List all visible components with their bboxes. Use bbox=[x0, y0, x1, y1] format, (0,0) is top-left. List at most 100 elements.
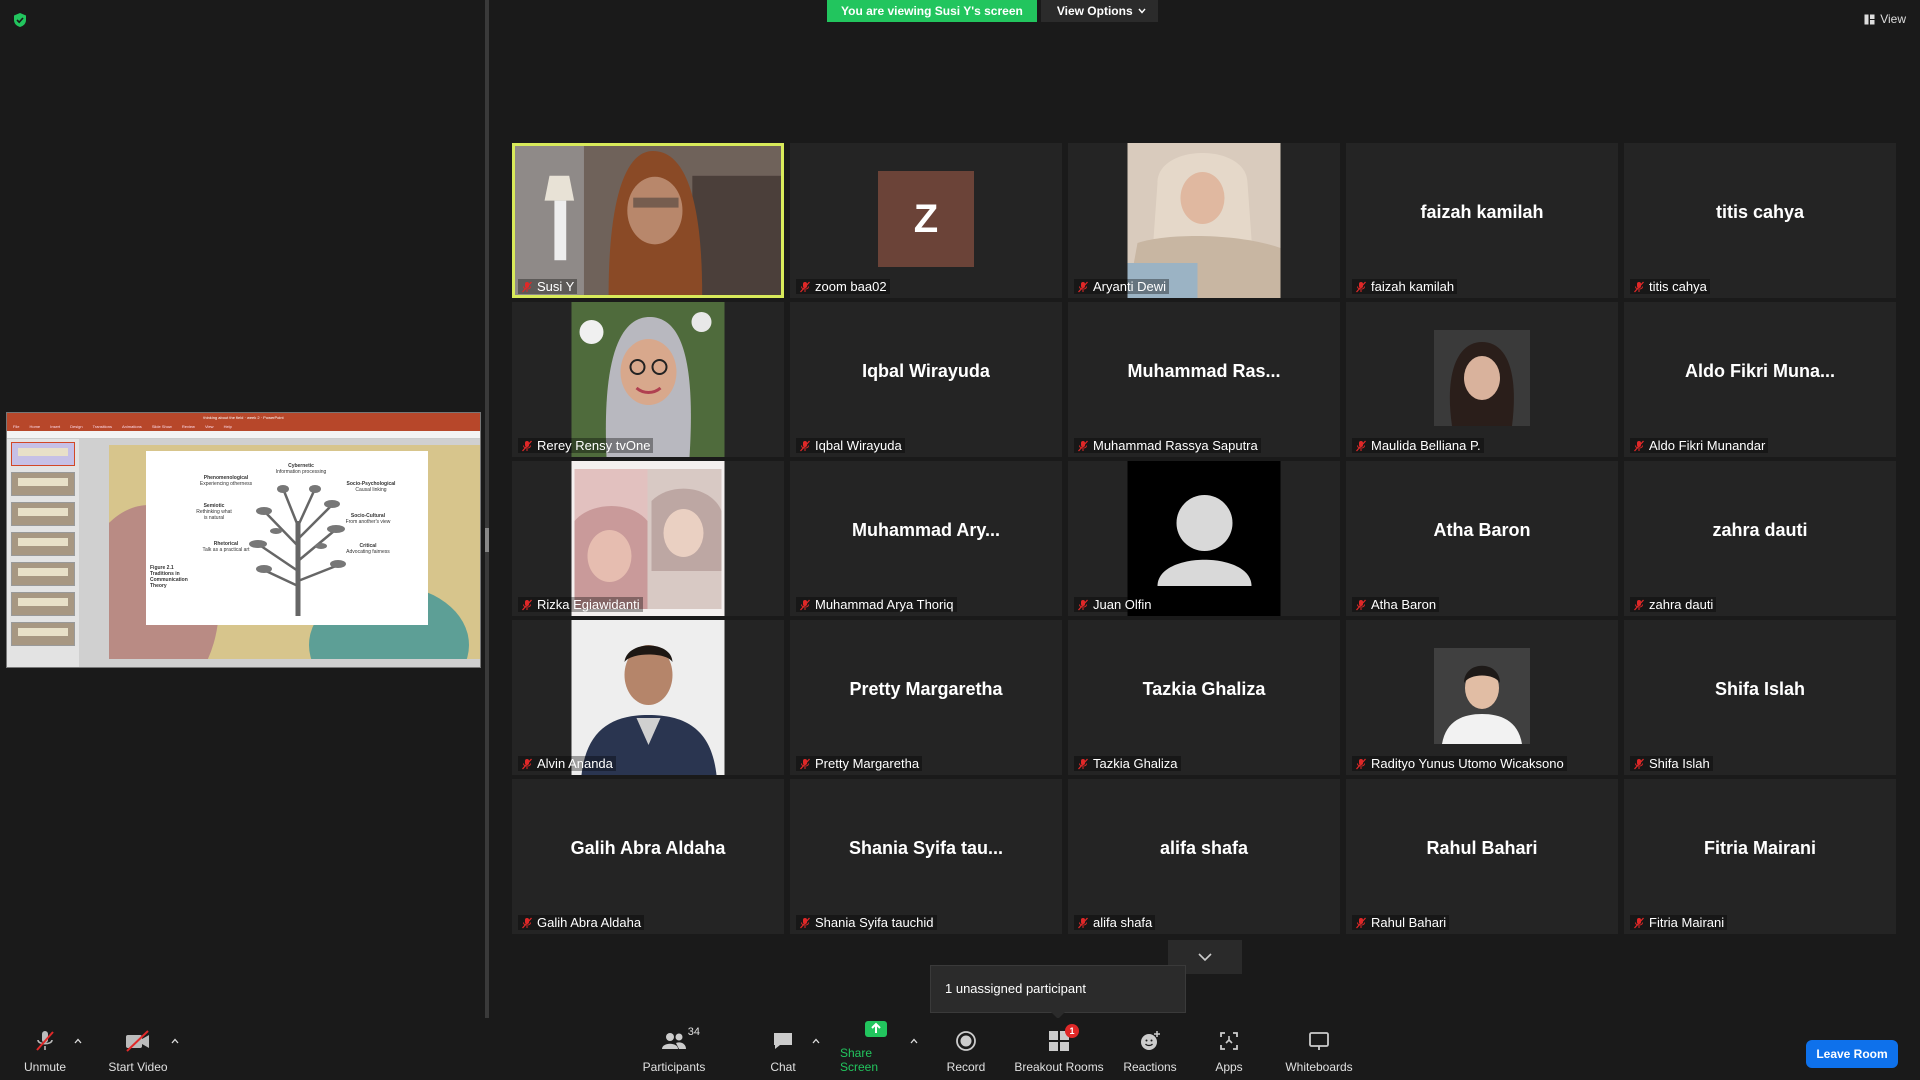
participants-label: Participants bbox=[642, 1060, 706, 1074]
whiteboard-icon bbox=[1309, 1032, 1329, 1050]
participant-tile[interactable]: Aryanti Dewi bbox=[1068, 143, 1340, 298]
slide-thumbnail bbox=[11, 502, 75, 526]
chat-options-caret-icon[interactable] bbox=[811, 1036, 821, 1046]
share-options-caret-icon[interactable] bbox=[909, 1036, 919, 1046]
participant-tile[interactable]: Maulida Belliana P. bbox=[1346, 302, 1618, 457]
apps-button[interactable]: Apps bbox=[1213, 1018, 1245, 1080]
participant-tile[interactable]: Alvin Ananda bbox=[512, 620, 784, 775]
grid-view-icon bbox=[1864, 14, 1875, 24]
leave-room-button[interactable]: Leave Room bbox=[1806, 1040, 1898, 1068]
participant-name-label: Juan Olfin bbox=[1074, 597, 1155, 612]
participant-name: Shania Syifa tauchid bbox=[815, 915, 934, 930]
participant-name: Juan Olfin bbox=[1093, 597, 1152, 612]
participant-tile[interactable]: Radityo Yunus Utomo Wicaksono bbox=[1346, 620, 1618, 775]
mic-muted-icon bbox=[1356, 440, 1366, 451]
participant-name: faizah kamilah bbox=[1371, 279, 1455, 294]
participant-name-label: zoom baa02 bbox=[796, 279, 890, 294]
record-button[interactable]: Record bbox=[945, 1018, 987, 1080]
participant-tile[interactable]: Iqbal Wirayuda Iqbal Wirayuda bbox=[790, 302, 1062, 457]
record-icon bbox=[956, 1031, 976, 1051]
ppt-tab: Help bbox=[223, 424, 232, 429]
participant-name-label: Susi Y bbox=[518, 279, 578, 294]
mic-muted-icon bbox=[1078, 281, 1088, 292]
reactions-button[interactable]: Reactions bbox=[1123, 1018, 1177, 1080]
participants-button[interactable]: 34 Participants bbox=[640, 1018, 708, 1080]
participant-name: Pretty Margaretha bbox=[815, 756, 920, 771]
mic-muted-icon bbox=[800, 440, 810, 451]
mic-muted-icon bbox=[1634, 281, 1644, 292]
breakout-rooms-button[interactable]: 1 Breakout Rooms bbox=[1014, 1018, 1104, 1080]
participant-initial-avatar: Z bbox=[878, 171, 974, 267]
participant-tile[interactable]: Pretty Margaretha Pretty Margaretha bbox=[790, 620, 1062, 775]
participant-tile[interactable]: Atha Baron Atha Baron bbox=[1346, 461, 1618, 616]
participant-tile[interactable]: Rahul Bahari Rahul Bahari bbox=[1346, 779, 1618, 934]
participant-tile[interactable]: Aldo Fikri Muna... Aldo Fikri Munandar bbox=[1624, 302, 1896, 457]
participant-photo bbox=[571, 620, 725, 775]
mic-muted-icon bbox=[1356, 281, 1366, 292]
mic-muted-icon bbox=[1634, 917, 1644, 928]
share-screen-label: Share Screen bbox=[840, 1046, 879, 1074]
chat-icon bbox=[774, 1033, 792, 1049]
view-options-label: View Options bbox=[1056, 4, 1133, 18]
participant-display-name: Muhammad Ary... bbox=[851, 520, 1001, 540]
participant-display-name: Muhammad Ras... bbox=[1127, 361, 1281, 381]
participant-name-label: Atha Baron bbox=[1352, 597, 1440, 612]
slide-label: Cybernetic Information processing bbox=[275, 463, 327, 475]
participant-tile[interactable]: Muhammad Ras... Muhammad Rassya Saputra bbox=[1068, 302, 1340, 457]
screen-share-banner: You are viewing Susi Y's screen View Opt… bbox=[827, 0, 1158, 22]
ppt-tab: Design bbox=[70, 424, 83, 429]
participants-icon bbox=[662, 1033, 686, 1049]
start-video-button[interactable]: Start Video bbox=[106, 1018, 170, 1080]
record-label: Record bbox=[946, 1060, 986, 1074]
participant-tile[interactable]: Shifa Islah Shifa Islah bbox=[1624, 620, 1896, 775]
participant-tile[interactable]: Juan Olfin bbox=[1068, 461, 1340, 616]
participant-count: 34 bbox=[687, 1026, 700, 1038]
splitter-handle[interactable] bbox=[485, 528, 489, 552]
participant-tile[interactable]: Zzoom baa02 bbox=[790, 143, 1062, 298]
whiteboards-button[interactable]: Whiteboards bbox=[1283, 1018, 1355, 1080]
participant-tile[interactable]: Shania Syifa tau... Shania Syifa tauchid bbox=[790, 779, 1062, 934]
start-video-label: Start Video bbox=[108, 1060, 168, 1074]
view-label: View bbox=[1880, 12, 1906, 26]
participant-tile[interactable]: Susi Y bbox=[512, 143, 784, 298]
chat-label: Chat bbox=[770, 1060, 796, 1074]
mic-muted-icon bbox=[800, 281, 810, 292]
slide-thumbnail bbox=[11, 442, 75, 466]
participant-tile[interactable]: zahra dauti zahra dauti bbox=[1624, 461, 1896, 616]
participant-name-label: faizah kamilah bbox=[1352, 279, 1458, 294]
video-options-caret-icon[interactable] bbox=[170, 1036, 180, 1046]
unmute-button[interactable]: Unmute bbox=[20, 1018, 70, 1080]
participant-tile[interactable]: Galih Abra Aldaha Galih Abra Aldaha bbox=[512, 779, 784, 934]
mic-muted-icon bbox=[522, 758, 532, 769]
mic-muted-icon bbox=[800, 758, 810, 769]
participant-tile[interactable]: alifa shafa alifa shafa bbox=[1068, 779, 1340, 934]
participant-tile[interactable]: titis cahya titis cahya bbox=[1624, 143, 1896, 298]
view-options-button[interactable]: View Options bbox=[1040, 0, 1158, 22]
participant-tile[interactable]: Fitria Mairani Fitria Mairani bbox=[1624, 779, 1896, 934]
participant-tile[interactable]: Rizka Egiawidanti bbox=[512, 461, 784, 616]
shared-powerpoint-window[interactable]: thinking about the field · week 2 · Powe… bbox=[6, 412, 481, 668]
participant-name: Galih Abra Aldaha bbox=[537, 915, 642, 930]
participant-tile[interactable]: Rerey Rensy tvOne bbox=[512, 302, 784, 457]
participant-name-label: zahra dauti bbox=[1630, 597, 1717, 612]
unassigned-participant-tooltip[interactable]: 1 unassigned participant bbox=[930, 965, 1186, 1019]
view-layout-button[interactable]: View bbox=[1864, 12, 1906, 26]
participant-name: Rizka Egiawidanti bbox=[537, 597, 640, 612]
audio-options-caret-icon[interactable] bbox=[73, 1036, 83, 1046]
participant-name: Atha Baron bbox=[1371, 597, 1437, 612]
participant-tile[interactable]: faizah kamilah faizah kamilah bbox=[1346, 143, 1618, 298]
participant-tile[interactable]: Muhammad Ary... Muhammad Arya Thoriq bbox=[790, 461, 1062, 616]
participant-name-label: Aryanti Dewi bbox=[1074, 279, 1169, 294]
participant-display-name: Pretty Margaretha bbox=[849, 679, 1003, 699]
slide-thumbnail bbox=[11, 622, 75, 646]
reactions-label: Reactions bbox=[1123, 1060, 1177, 1074]
participant-tile[interactable]: Tazkia Ghaliza Tazkia Ghaliza bbox=[1068, 620, 1340, 775]
participant-photo bbox=[571, 302, 725, 457]
share-screen-button[interactable]: Share Screen bbox=[840, 1018, 912, 1080]
shared-screen-panel: thinking about the field · week 2 · Powe… bbox=[0, 0, 485, 1030]
chat-button[interactable]: Chat bbox=[763, 1018, 803, 1080]
chevron-down-icon bbox=[1138, 8, 1146, 14]
panel-splitter[interactable] bbox=[485, 0, 489, 1030]
ppt-tab: Transitions bbox=[92, 424, 113, 429]
participant-name: Fitria Mairani bbox=[1649, 915, 1725, 930]
